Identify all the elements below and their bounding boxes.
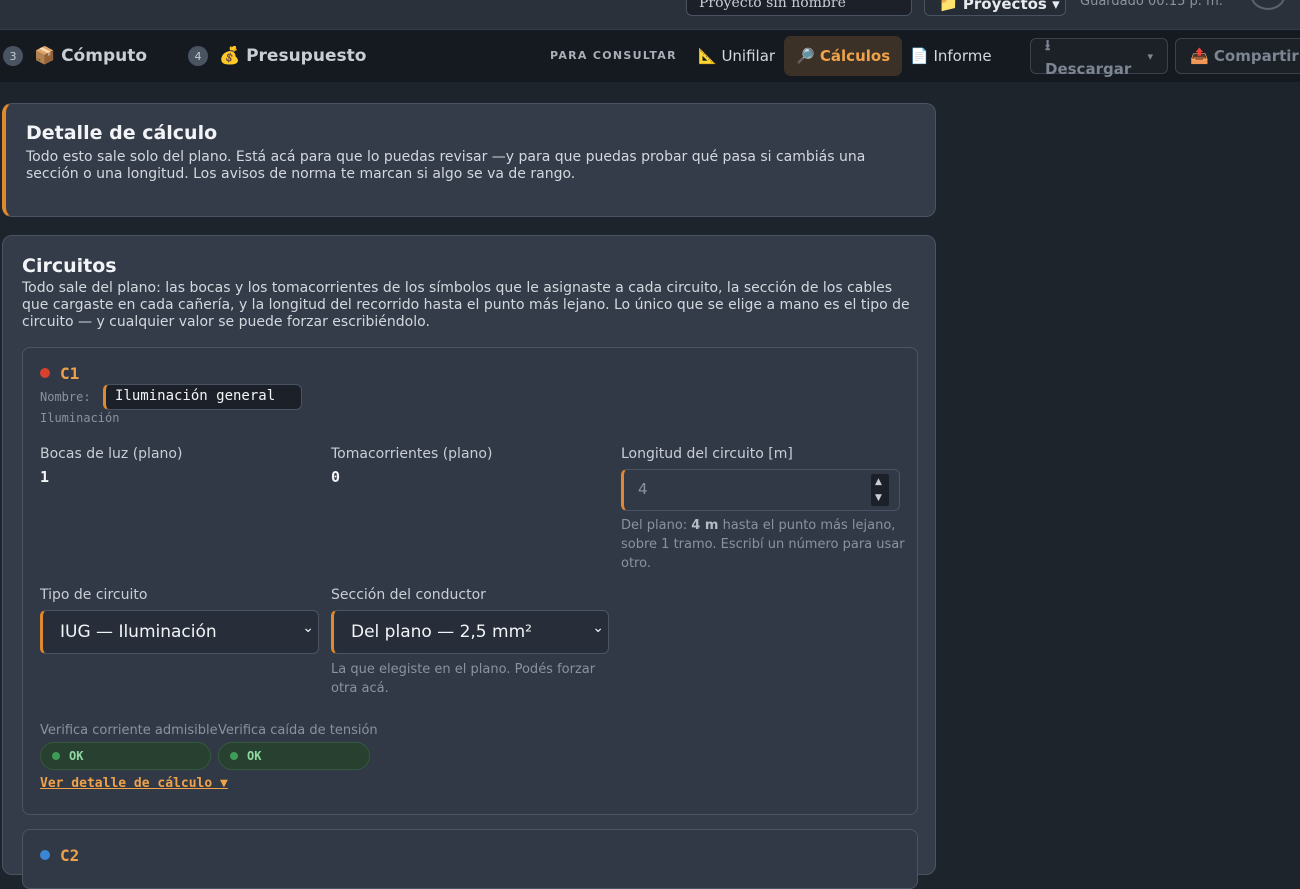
status-badge-voltage: OK: [218, 742, 370, 770]
circuits-title: Circuitos: [22, 255, 117, 277]
intro-text: Todo esto sale solo del plano. Está acá …: [26, 149, 866, 182]
chevron-down-icon: ⌄: [592, 620, 604, 636]
circuit-category: Iluminación: [40, 411, 120, 425]
step-number: 3: [3, 46, 23, 66]
chevron-down-icon: ▾: [1147, 49, 1153, 63]
lights-value: 1: [40, 468, 50, 486]
check-current-label: Verifica corriente admisible: [40, 723, 218, 738]
length-label: Longitud del circuito [m]: [621, 446, 793, 462]
saved-status: Guardado 00:15 p. m.: [1080, 0, 1223, 9]
top-bar: Proyecto sin nombre 📁 Proyectos ▾ Guarda…: [0, 0, 1300, 30]
tab-unifilar[interactable]: 📐 Unifilar: [686, 36, 787, 76]
length-placeholder: 4: [638, 480, 648, 498]
download-button[interactable]: ⭳ Descargar ▾: [1030, 36, 1168, 78]
calc-detail-card: Detalle de cálculo Todo esto sale solo d…: [2, 103, 936, 217]
outlets-value: 0: [331, 468, 341, 486]
status-badge-current: OK: [40, 742, 211, 770]
step-label: 💰 Presupuesto: [219, 46, 367, 66]
circuits-card: Circuitos Todo sale del plano: las bocas…: [2, 235, 936, 889]
step-presupuesto[interactable]: 4 💰 Presupuesto: [188, 30, 366, 82]
circuit-id: C2: [60, 846, 80, 865]
projects-button[interactable]: 📁 Proyectos ▾: [924, 0, 1066, 16]
section-select[interactable]: Del plano — 2,5 mm² ⌄: [331, 610, 609, 654]
stepper-down-icon[interactable]: ▼: [875, 494, 882, 503]
main-nav: 3 📦 Cómputo 4 💰 Presupuesto PARA CONSULT…: [0, 30, 1300, 82]
view-calc-detail-link[interactable]: Ver detalle de cálculo ▼: [40, 776, 228, 791]
avatar[interactable]: [1250, 0, 1286, 10]
status-dot-icon: [230, 752, 238, 760]
circuit-color-dot: [40, 850, 50, 860]
section-hint: La que elegiste en el plano. Podés forza…: [331, 662, 596, 696]
name-label: Nombre:: [40, 390, 91, 404]
check-voltage-label: Verifica caída de tensión: [218, 723, 378, 738]
tab-informe[interactable]: 📄 Informe: [898, 36, 1004, 76]
download-label: ⭳ Descargar: [1045, 35, 1132, 78]
step-computo[interactable]: 3 📦 Cómputo: [3, 30, 147, 82]
number-stepper[interactable]: ▲ ▼: [871, 474, 889, 506]
page-title: Detalle de cálculo: [26, 122, 218, 144]
lights-label: Bocas de luz (plano): [40, 446, 183, 462]
circuit-color-dot: [40, 368, 50, 378]
step-number: 4: [188, 46, 208, 66]
status-dot-icon: [52, 752, 60, 760]
stepper-up-icon[interactable]: ▲: [875, 478, 882, 487]
length-hint: Del plano: 4 m hasta el punto más lejano…: [621, 518, 905, 571]
section-value: Del plano — 2,5 mm²: [351, 622, 532, 642]
step-label: 📦 Cómputo: [34, 46, 148, 66]
circuit-type-value: IUG — Iluminación: [60, 622, 217, 642]
project-name-input[interactable]: Proyecto sin nombre: [686, 0, 912, 16]
consult-heading: PARA CONSULTAR: [550, 49, 677, 62]
section-label: Sección del conductor: [331, 587, 486, 603]
outlets-label: Tomacorrientes (plano): [331, 446, 493, 462]
share-button[interactable]: 📤 Compartir: [1175, 38, 1300, 74]
tab-calculos[interactable]: 🔎 Cálculos: [784, 36, 903, 76]
circuit-c2: C2: [22, 829, 918, 889]
chevron-down-icon: ⌄: [302, 620, 314, 636]
circuits-description: Todo sale del plano: las bocas y los tom…: [22, 280, 910, 330]
length-input[interactable]: 4 ▲ ▼: [621, 469, 900, 511]
circuit-name-input[interactable]: Iluminación general: [103, 384, 302, 410]
circuit-id: C1: [60, 364, 80, 383]
circuit-c1: C1 Nombre: Iluminación general Iluminaci…: [22, 347, 918, 815]
circuit-type-label: Tipo de circuito: [40, 587, 148, 603]
circuit-type-select[interactable]: IUG — Iluminación ⌄: [40, 610, 319, 654]
